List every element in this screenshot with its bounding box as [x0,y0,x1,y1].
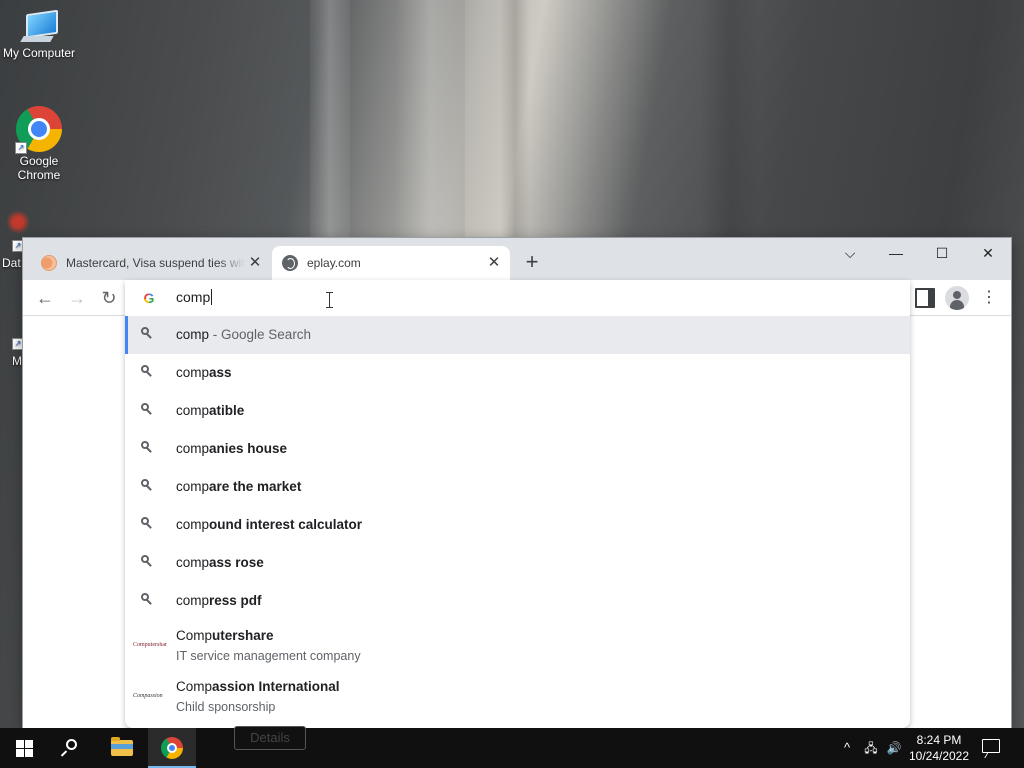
shortcut-arrow-icon: ↗ [15,142,27,154]
suggestion-item[interactable]: comp - Google Search [125,316,910,354]
suggestion-item[interactable]: compass [125,354,910,392]
suggestion-completion: are the market [209,479,302,494]
page-details-button[interactable]: Details [234,726,306,750]
search-icon [141,479,153,491]
suggestion-typed: Comp [176,679,213,694]
new-tab-button[interactable]: + [521,251,543,274]
suggestion-completion: ass [209,365,232,380]
suggestion-typed: comp [176,555,210,570]
suggestion-item[interactable]: compound interest calculator [125,506,910,544]
desktop-icon-label: M [12,354,22,368]
computershare-logo: Computershare [133,642,167,648]
suggestion-typed: comp [176,479,210,494]
clock-date: 10/24/2022 [908,749,970,763]
suggestion-item[interactable]: compatible [125,392,910,430]
desktop-icon-my-computer[interactable]: My Computer [1,9,77,60]
reload-button[interactable]: ↻ [97,286,121,310]
suggestion-typed: comp [176,593,210,608]
forward-button[interactable]: → [65,286,89,310]
close-tab-icon[interactable]: ✕ [484,253,504,273]
search-icon [141,327,153,339]
show-hidden-icons-button[interactable]: ^ [838,728,856,768]
search-icon [141,403,153,415]
suggestion-completion: ress pdf [209,593,262,608]
back-button[interactable]: ← [33,286,57,310]
chrome-icon [161,737,183,759]
file-explorer-button[interactable] [98,728,146,768]
desktop-icon-label: Dat [2,256,21,270]
tab-mastercard[interactable]: Mastercard, Visa suspend ties with ✕ [31,246,271,280]
chrome-window: Mastercard, Visa suspend ties with ✕ epl… [23,238,1011,728]
suggestion-completion: ass rose [209,555,264,570]
ibeam-cursor-icon [326,292,334,308]
desktop-icon-label: Google Chrome [17,154,61,182]
suggestion-typed: comp [176,517,210,532]
snowflake-icon [6,210,30,234]
suggestion-typed: Comp [176,628,213,643]
taskbar: ^ 🖧 🔊 8:24 PM 10/24/2022 [0,728,1024,768]
suggestion-hint: - Google Search [209,327,312,342]
suggestion-typed: comp [176,327,210,342]
address-input[interactable]: comp [176,289,213,305]
search-icon [141,593,153,605]
tab-search-dropdown-button[interactable]: ⌵ [827,238,873,268]
suggestion-completion: anies house [209,441,288,456]
omnibox-dropdown: G comp comp - Google Search compass comp… [125,280,910,728]
text-caret [211,289,213,305]
entity-subtitle: Child sponsorship [176,700,276,714]
suggestion-item[interactable]: compass rose [125,544,910,582]
folder-icon [111,737,133,756]
maximize-button[interactable]: ☐ [919,238,965,268]
suggestion-completion: assion International [212,679,340,694]
desktop-icon-google-chrome[interactable]: ↗ Google Chrome [1,106,77,182]
menu-icon[interactable]: ⋮ [979,288,999,308]
chrome-taskbar-button[interactable] [148,728,196,768]
suggestion-completion: utershare [212,628,274,643]
close-window-button[interactable]: ✕ [965,238,1011,268]
entity-suggestion-compassion[interactable]: Compassion Compassion International Chil… [125,673,910,724]
profile-icon[interactable] [945,286,969,310]
search-icon [141,555,153,567]
suggestion-completion: ound interest calculator [209,517,363,532]
minimize-button[interactable]: — [873,238,919,268]
suggestion-completion: atible [209,403,245,418]
side-panel-icon[interactable] [915,288,935,308]
globe-icon [282,255,298,271]
tab-title: Mastercard, Visa suspend ties with [66,256,245,270]
mastercard-favicon [41,255,57,271]
notification-icon[interactable] [982,739,1000,753]
volume-icon[interactable]: 🔊 [884,728,904,768]
entity-subtitle: IT service management company [176,649,361,663]
start-button[interactable] [0,728,48,768]
tab-title: eplay.com [307,256,361,270]
tab-strip: Mastercard, Visa suspend ties with ✕ epl… [23,238,1011,280]
computer-icon [20,9,58,44]
compassion-logo: Compassion [133,693,163,699]
entity-suggestion-computershare[interactable]: Computershare Computershare IT service m… [125,622,910,673]
search-icon [141,365,153,377]
search-icon [141,441,153,453]
address-bar[interactable]: G comp [125,280,910,316]
suggestion-typed: comp [176,441,210,456]
search-icon [66,739,77,750]
tab-eplay[interactable]: eplay.com ✕ [272,246,510,280]
clock-time: 8:24 PM [916,733,962,747]
clock[interactable]: 8:24 PM 10/24/2022 [906,732,972,764]
suggestion-typed: comp [176,403,210,418]
search-icon [141,517,153,529]
google-icon: G [141,290,157,306]
suggestion-item[interactable]: compare the market [125,468,910,506]
suggestion-typed: comp [176,365,210,380]
suggestion-item[interactable]: compress pdf [125,582,910,620]
close-tab-icon[interactable]: ✕ [245,253,265,273]
network-icon[interactable]: 🖧 [860,728,882,768]
search-button[interactable] [48,728,96,768]
desktop-icon-label: My Computer [2,46,76,60]
suggestion-item[interactable]: companies house [125,430,910,468]
